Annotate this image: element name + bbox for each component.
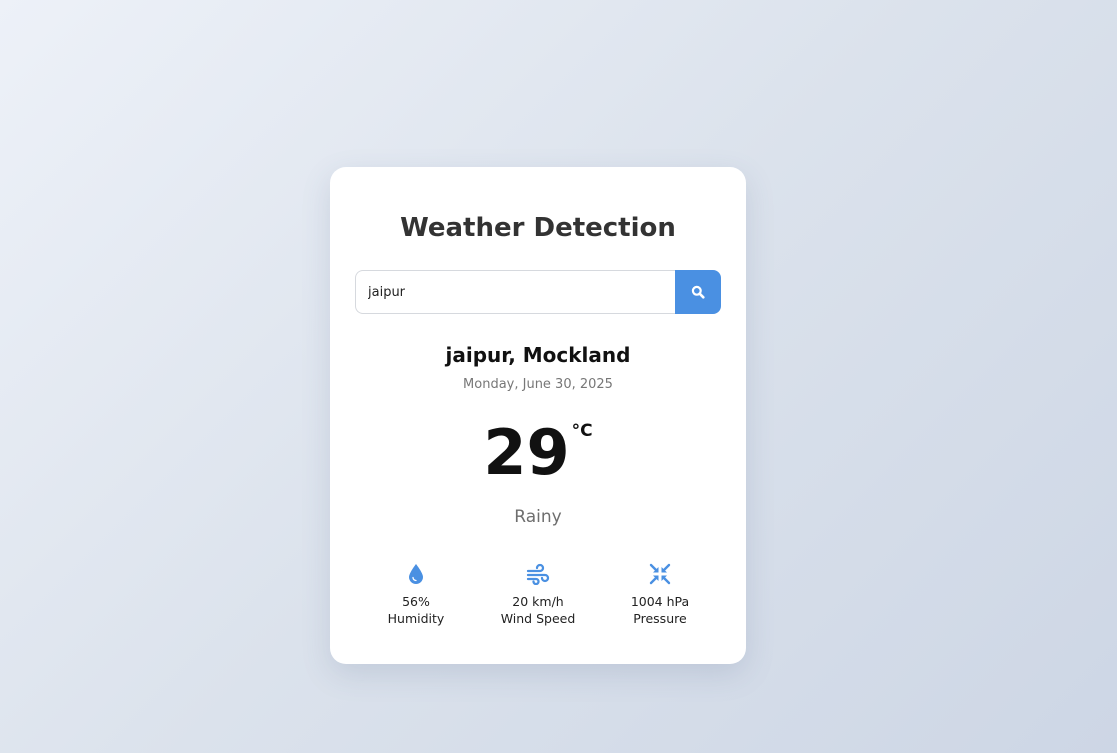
wind-speed-label: Wind Speed: [500, 611, 576, 626]
compress-icon: [649, 563, 671, 585]
location-name: jaipur, Mockland: [445, 343, 631, 367]
humidity-value: 56%: [402, 594, 430, 609]
wind-speed-value: 20 km/h: [512, 594, 564, 609]
temperature-unit: °C: [571, 421, 593, 441]
wind-icon: [526, 563, 550, 585]
temperature-display: 29 °C: [330, 415, 746, 491]
current-date: Monday, June 30, 2025: [463, 377, 613, 392]
humidity-label: Humidity: [387, 611, 445, 626]
weather-details: 56% Humidity 20 km/h Wind Speed 1004 hPa…: [355, 562, 721, 627]
weather-condition: Rainy: [514, 507, 562, 527]
detail-humidity: 56% Humidity: [355, 562, 477, 627]
weather-card: Weather Detection jaipur, Mockland Monda…: [330, 167, 746, 664]
detail-wind-speed: 20 km/h Wind Speed: [477, 562, 599, 627]
detail-pressure: 1004 hPa Pressure: [599, 562, 721, 627]
search-icon: [691, 285, 705, 299]
pressure-value: 1004 hPa: [630, 594, 690, 609]
page-title: Weather Detection: [400, 213, 676, 243]
search-button[interactable]: [675, 270, 721, 314]
search-bar: [355, 270, 721, 314]
search-input[interactable]: [355, 270, 675, 314]
pressure-label: Pressure: [633, 611, 687, 626]
temperature-value: 29: [483, 416, 570, 489]
droplet-icon: [407, 563, 425, 585]
